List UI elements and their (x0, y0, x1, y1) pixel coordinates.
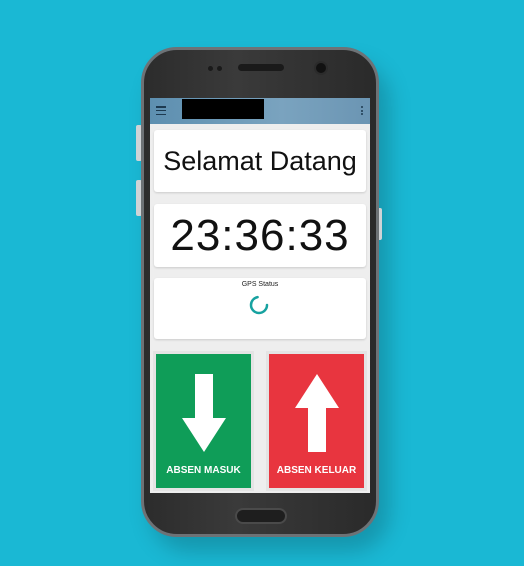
absen-keluar-label: ABSEN KELUAR (276, 465, 357, 476)
sensor-dots (208, 66, 222, 71)
app-bar (150, 98, 370, 124)
absen-masuk-button[interactable]: ABSEN MASUK (153, 351, 254, 491)
home-button[interactable] (235, 508, 287, 524)
arrow-up-icon (294, 374, 339, 452)
absen-keluar-button[interactable]: ABSEN KELUAR (266, 351, 367, 491)
app-title-redacted (182, 99, 264, 119)
phone-frame: Selamat Datang 23:36:33 GPS Status ABSEN… (141, 47, 379, 537)
earpiece-speaker (238, 64, 284, 71)
arrow-down-icon (181, 374, 226, 452)
welcome-card: Selamat Datang (154, 130, 366, 192)
gps-status-label: GPS Status (241, 281, 279, 288)
clock-card: 23:36:33 (154, 204, 366, 267)
clock-time: 23:36:33 (170, 210, 350, 260)
gps-status-card: GPS Status (154, 278, 366, 339)
menu-icon[interactable] (156, 106, 166, 115)
phone-screen: Selamat Datang 23:36:33 GPS Status ABSEN… (150, 98, 370, 493)
welcome-text: Selamat Datang (163, 145, 357, 176)
loading-spinner-icon (249, 295, 269, 315)
absen-masuk-label: ABSEN MASUK (166, 465, 241, 476)
overflow-menu-icon[interactable] (361, 106, 363, 115)
front-camera (314, 61, 328, 75)
